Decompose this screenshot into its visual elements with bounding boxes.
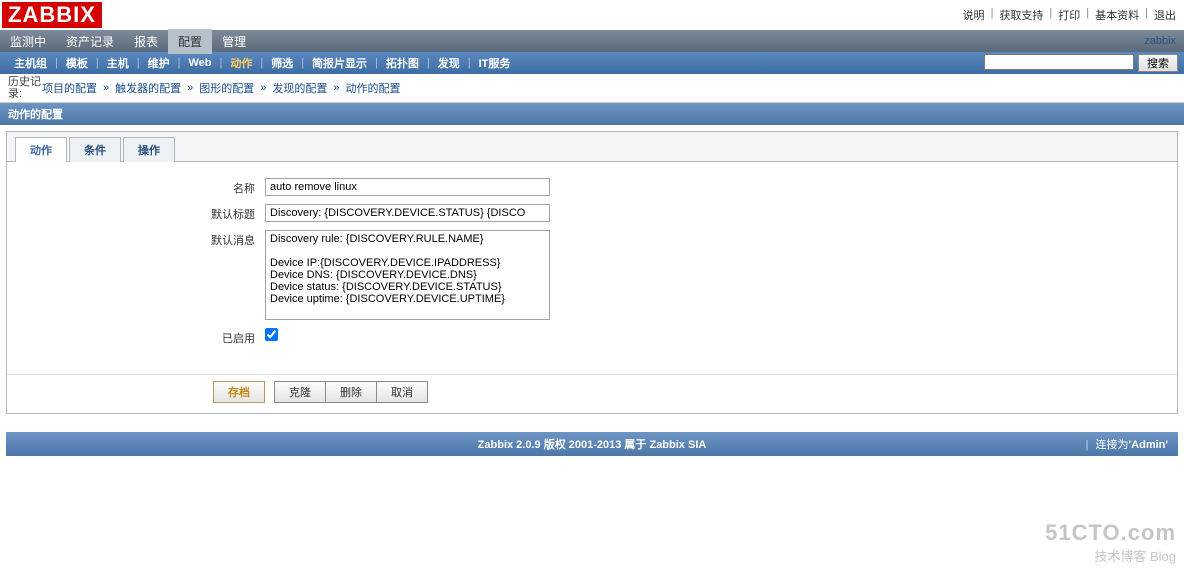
user-label: zabbix (1144, 35, 1176, 47)
crumb-1[interactable]: 触发器的配置 (115, 80, 181, 96)
history-row: 历史记录: 项目的配置»触发器的配置»图形的配置»发现的配置»动作的配置 (0, 74, 1184, 103)
tab-2[interactable]: 操作 (123, 137, 175, 162)
crumb-4[interactable]: 动作的配置 (346, 80, 401, 96)
tab-1[interactable]: 条件 (69, 137, 121, 162)
main-menu-item-4[interactable]: 管理 (212, 29, 256, 54)
label-subject: 默认标题 (15, 204, 265, 222)
crumb-3[interactable]: 发现的配置 (272, 80, 327, 96)
sub-menu-item-8[interactable]: 拓扑图 (378, 55, 427, 71)
footer: Zabbix 2.0.9 版权 2001-2013 属于 Zabbix SIA … (6, 432, 1178, 456)
delete-button[interactable]: 删除 (325, 381, 377, 403)
label-message: 默认消息 (15, 230, 265, 248)
sub-menu-item-4[interactable]: Web (180, 57, 219, 69)
input-name[interactable] (265, 178, 550, 196)
watermark: 51CTO.com 技术博客 Blog (1045, 520, 1176, 565)
save-button[interactable]: 存档 (213, 381, 265, 403)
checkbox-enabled[interactable] (265, 328, 278, 341)
label-enabled: 已启用 (15, 328, 265, 346)
sub-menu-item-10[interactable]: IT服务 (471, 55, 519, 71)
main-menu-item-3[interactable]: 配置 (168, 29, 212, 54)
cancel-button[interactable]: 取消 (376, 381, 428, 403)
sub-menu-item-2[interactable]: 主机 (99, 55, 137, 71)
footer-center: Zabbix 2.0.9 版权 2001-2013 属于 Zabbix SIA (478, 436, 707, 452)
crumb-2[interactable]: 图形的配置 (199, 80, 254, 96)
top-links: 说明| 获取支持| 打印| 基本资料| 退出 (963, 7, 1176, 23)
link-support[interactable]: 获取支持 (999, 7, 1043, 23)
textarea-message[interactable] (265, 230, 550, 320)
history-label: 历史记录: (8, 76, 42, 100)
main-menu-item-1[interactable]: 资产记录 (56, 29, 124, 54)
clone-button[interactable]: 克隆 (274, 381, 326, 403)
input-subject[interactable] (265, 204, 550, 222)
form-area: 名称 默认标题 默认消息 已启用 (7, 162, 1177, 374)
sub-menu-item-6[interactable]: 筛选 (263, 55, 301, 71)
main-menu-item-0[interactable]: 监测中 (0, 29, 56, 54)
label-name: 名称 (15, 178, 265, 196)
search-button[interactable]: 搜索 (1138, 54, 1178, 72)
sub-menu-item-5[interactable]: 动作 (222, 55, 260, 71)
content-box: 动作条件操作 名称 默认标题 默认消息 已启用 存档 克隆 删除 取消 (6, 131, 1178, 414)
section-header: 动作的配置 (0, 103, 1184, 125)
logo: ZABBIX (2, 2, 102, 28)
tab-row: 动作条件操作 (7, 132, 1177, 162)
search-input[interactable] (984, 54, 1134, 70)
link-print[interactable]: 打印 (1058, 7, 1080, 23)
link-help[interactable]: 说明 (963, 7, 985, 23)
search-box: 搜索 (984, 54, 1178, 72)
sub-menu-item-1[interactable]: 模板 (58, 55, 96, 71)
link-logout[interactable]: 退出 (1154, 7, 1176, 23)
sub-menu-item-9[interactable]: 发现 (430, 55, 468, 71)
main-menu-item-2[interactable]: 报表 (124, 29, 168, 54)
sub-menu-item-7[interactable]: 简报片显示 (304, 55, 375, 71)
link-profile[interactable]: 基本资料 (1095, 7, 1139, 23)
button-row: 存档 克隆 删除 取消 (7, 374, 1177, 413)
sub-menu: 主机组|模板|主机|维护|Web|动作|筛选|简报片显示|拓扑图|发现|IT服务… (0, 52, 1184, 74)
crumb-0[interactable]: 项目的配置 (42, 80, 97, 96)
tab-0[interactable]: 动作 (15, 137, 67, 162)
main-menu: 监测中资产记录报表配置管理 zabbix (0, 30, 1184, 52)
sub-menu-item-0[interactable]: 主机组 (6, 55, 55, 71)
sub-menu-item-3[interactable]: 维护 (140, 55, 178, 71)
breadcrumb: 项目的配置»触发器的配置»图形的配置»发现的配置»动作的配置 (42, 80, 401, 96)
footer-right: | 连接为'Admin' (1086, 436, 1168, 452)
